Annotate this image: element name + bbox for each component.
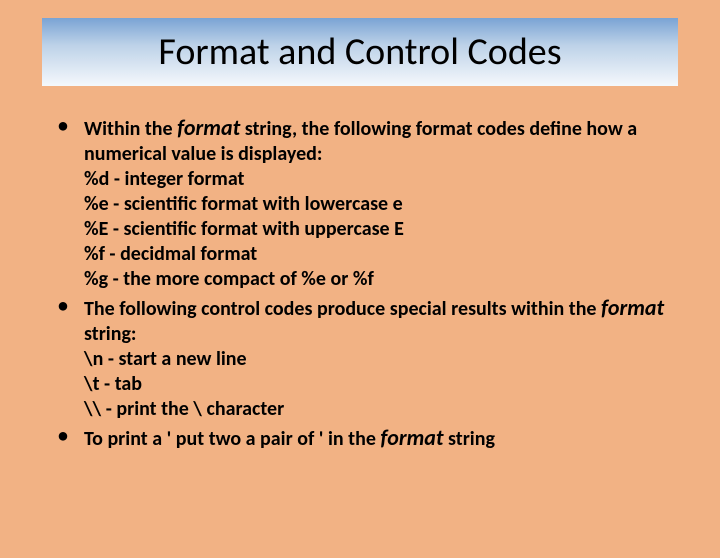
bullet-2: The following control codes produce spec…: [50, 294, 670, 422]
bullet-2-pre: The following control codes produce spec…: [84, 297, 601, 321]
slide-title: Format and Control Codes: [158, 29, 561, 75]
bullet-3-pre: To print a ' put two a pair of ' in the: [84, 427, 380, 451]
bullet-3: To print a ' put two a pair of ' in the …: [50, 424, 670, 452]
bullet-2-l1: \n - start a new line: [84, 347, 247, 371]
bullet-2-post: string:: [84, 322, 136, 346]
bullet-1-l4: %f - decidmal format: [84, 242, 257, 266]
bullet-2-l2: \t - tab: [84, 372, 142, 396]
bullet-3-em: format: [380, 424, 443, 451]
bullet-list: Within the format string, the following …: [50, 114, 670, 452]
slide-content: Within the format string, the following …: [50, 114, 670, 452]
bullet-1: Within the format string, the following …: [50, 114, 670, 292]
bullet-2-l3: \\ - print the \ character: [84, 397, 284, 421]
bullet-1-pre: Within the: [84, 117, 177, 141]
bullet-1-em: format: [177, 114, 240, 141]
bullet-1-l5: %g - the more compact of %e or %f: [84, 267, 374, 291]
bullet-1-l2: %e - scientific format with lowercase e: [84, 192, 403, 216]
bullet-3-post: string: [443, 427, 494, 451]
bullet-1-l1: %d - integer format: [84, 167, 244, 191]
title-bar: Format and Control Codes: [42, 18, 678, 86]
bullet-2-em: format: [601, 294, 664, 321]
bullet-1-l3: %E - scientific format with uppercase E: [84, 217, 404, 241]
